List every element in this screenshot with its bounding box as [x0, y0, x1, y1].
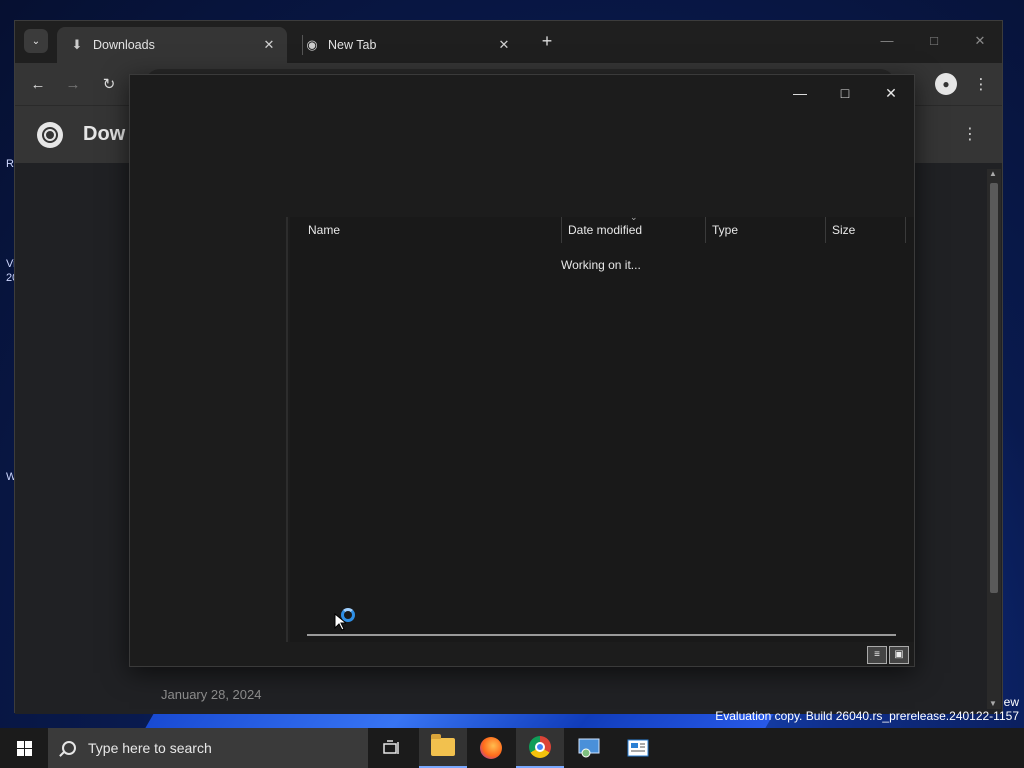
page-scrollbar[interactable]: ▲ ▼ — [987, 169, 1001, 709]
large-icons-view-icon[interactable]: ▣ — [889, 646, 909, 664]
mouse-cursor-icon — [334, 613, 346, 631]
download-icon: ⬇ — [71, 37, 83, 52]
close-icon[interactable]: ✕ — [259, 37, 279, 53]
watermark-text: ew — [1003, 695, 1019, 709]
column-header-type[interactable]: Type — [706, 217, 825, 243]
news-app-icon[interactable] — [614, 728, 662, 768]
evaluation-watermark: Evaluation copy. Build 26040.rs_prerelea… — [715, 709, 1019, 723]
loading-status-text: Working on it... — [561, 258, 641, 272]
dialog-close-button[interactable]: ✕ — [871, 79, 911, 107]
tab-strip: ⌄ ⬇ Downloads ✕ ◉ New Tab ✕ + — □ ✕ — [15, 21, 1002, 63]
tab-new-tab[interactable]: ◉ New Tab ✕ — [292, 27, 522, 63]
chrome-icon: ◉ — [306, 37, 318, 52]
dialog-maximize-button[interactable]: □ — [825, 79, 865, 107]
new-tab-button[interactable]: + — [537, 31, 557, 51]
tab-title: Downloads — [93, 38, 155, 52]
navigation-pane[interactable] — [130, 217, 288, 642]
tab-title: New Tab — [328, 38, 377, 52]
date-header: January 28, 2024 — [161, 687, 262, 702]
close-icon[interactable]: ✕ — [494, 37, 514, 53]
file-explorer-icon[interactable] — [419, 728, 467, 768]
windows-logo-icon — [16, 740, 32, 756]
more-options-icon[interactable]: ⋮ — [962, 124, 978, 144]
search-icon — [62, 741, 76, 755]
minimize-button[interactable]: — — [872, 29, 902, 53]
horizontal-scrollbar[interactable] — [307, 634, 896, 636]
search-placeholder: Type here to search — [88, 740, 212, 756]
scroll-down-icon[interactable]: ▼ — [989, 699, 997, 708]
task-view-icon[interactable] — [368, 728, 416, 768]
browser-menu-button[interactable]: ⋮ — [969, 73, 993, 97]
firefox-icon[interactable] — [467, 728, 515, 768]
page-title: Dow — [83, 123, 126, 145]
close-window-button[interactable]: ✕ — [965, 29, 995, 53]
scroll-thumb[interactable] — [990, 183, 998, 593]
file-dialog: — □ ✕ Name ⌄ Date modified Type Size Wor… — [129, 74, 915, 667]
start-button[interactable] — [0, 728, 48, 768]
reload-button[interactable]: ↻ — [97, 73, 121, 97]
chrome-logo-icon — [37, 122, 63, 148]
chrome-icon[interactable] — [516, 728, 564, 768]
dialog-minimize-button[interactable]: — — [780, 79, 820, 107]
column-header-name[interactable]: Name — [302, 217, 557, 243]
column-header-size[interactable]: Size — [826, 217, 904, 243]
profile-icon[interactable]: ● — [935, 73, 957, 95]
taskbar-search-box[interactable]: Type here to search — [48, 728, 368, 768]
scroll-up-icon[interactable]: ▲ — [989, 169, 997, 178]
back-button[interactable]: ← — [26, 73, 50, 97]
chevron-down-icon: ⌄ — [31, 35, 41, 47]
taskbar: Type here to search — [0, 728, 1024, 768]
tab-downloads[interactable]: ⬇ Downloads ✕ — [57, 27, 287, 63]
file-list[interactable]: Name ⌄ Date modified Type Size Working o… — [290, 212, 914, 642]
column-divider[interactable] — [905, 217, 906, 243]
column-header-date-modified[interactable]: Date modified — [562, 217, 705, 243]
forward-button[interactable]: → — [61, 73, 85, 97]
desktop-icon-label[interactable]: R — [6, 158, 14, 170]
tab-search-button[interactable]: ⌄ — [24, 29, 48, 53]
network-app-icon[interactable] — [565, 728, 613, 768]
maximize-button[interactable]: □ — [919, 29, 949, 53]
details-view-icon[interactable]: ≡ — [867, 646, 887, 664]
